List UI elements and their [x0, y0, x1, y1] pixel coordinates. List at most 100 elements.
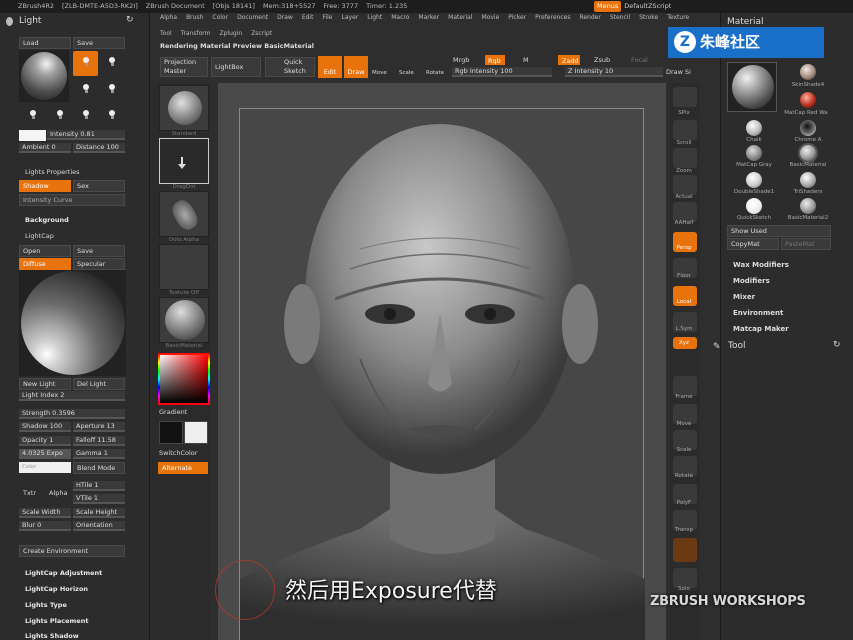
light-bulb-icon[interactable] [107, 110, 116, 121]
light-index-slider[interactable]: Light Index 2 [19, 391, 125, 401]
scale-width-slider[interactable]: Scale Width [19, 508, 71, 518]
strength-slider[interactable]: Strength 0.3596 [19, 409, 125, 419]
aahalf-button[interactable] [673, 202, 697, 222]
alpha-label[interactable]: Alpha [49, 489, 67, 497]
light-save-button[interactable]: Save [73, 37, 125, 49]
menu-picker[interactable]: Picker [508, 14, 526, 21]
lights-placement-header[interactable]: Lights Placement [25, 617, 88, 625]
zadd-toggle[interactable]: Zadd [558, 55, 580, 65]
menu-texture[interactable]: Texture [667, 14, 689, 21]
menu-tool[interactable]: Tool [160, 30, 172, 37]
menu-light[interactable]: Light [367, 14, 382, 21]
light-preview-sphere[interactable] [21, 52, 67, 100]
menu-draw[interactable]: Draw [277, 14, 293, 21]
light-bulb-icon[interactable] [81, 84, 90, 95]
draw-size-slider[interactable]: Draw Si [666, 68, 691, 76]
environment-header[interactable]: Environment [733, 309, 783, 317]
light-bulb-icon[interactable] [55, 110, 64, 121]
lightcap-save-button[interactable]: Save [73, 245, 125, 257]
menu-document[interactable]: Document [237, 14, 268, 21]
z-intensity-slider[interactable]: Z Intensity 10 [565, 67, 663, 77]
menu-render[interactable]: Render [579, 14, 600, 21]
aperture-slider[interactable]: Aperture 13 [73, 422, 125, 432]
lights-shadow-header[interactable]: Lights Shadow [25, 632, 79, 640]
shadow-tab[interactable]: Shadow [19, 180, 71, 192]
ambient-slider[interactable]: Ambient 0 [19, 143, 71, 153]
mrgb-toggle[interactable]: Mrgb [453, 56, 469, 64]
menu-alpha[interactable]: Alpha [160, 14, 177, 21]
material-matcap-red-wax[interactable] [800, 92, 816, 108]
lightcap-horizon-header[interactable]: LightCap Horizon [25, 585, 88, 593]
scale-button[interactable]: Scale [399, 70, 414, 76]
default-script-button[interactable]: DefaultZScript [624, 1, 671, 12]
falloff-slider[interactable]: Falloff 11.58 [73, 436, 125, 446]
actual-button[interactable] [673, 175, 697, 195]
exposure-slider[interactable]: 4.0325 Expo [19, 449, 71, 459]
pastemat-button[interactable]: PasteMat [781, 238, 831, 250]
light-bulb-icon[interactable] [28, 110, 37, 121]
specular-tab[interactable]: Specular [73, 258, 125, 270]
new-light-button[interactable]: New Light [19, 378, 71, 390]
intensity-curve-button[interactable]: Intensity Curve [19, 194, 125, 206]
canvas-document-frame[interactable] [239, 108, 645, 640]
menu-preferences[interactable]: Preferences [535, 14, 570, 21]
txtr-label[interactable]: Txtr [23, 489, 36, 497]
texture-thumb[interactable] [159, 244, 209, 290]
create-environment-button[interactable]: Create Environment [19, 545, 125, 557]
mixer-header[interactable]: Mixer [733, 293, 755, 301]
main-color-swatch[interactable] [184, 421, 208, 444]
material-basicmaterial2[interactable] [800, 198, 816, 214]
switch-color-button[interactable]: SwitchColor [159, 449, 197, 457]
del-light-button[interactable]: Del Light [73, 378, 125, 390]
menu-zplugin[interactable]: Zplugin [220, 30, 243, 37]
light-bulb-icon[interactable] [81, 110, 90, 121]
zsub-toggle[interactable]: Zsub [594, 56, 610, 64]
frame-button[interactable] [673, 376, 697, 396]
background-header[interactable]: Background [25, 216, 69, 224]
standard-brush-thumb[interactable] [159, 85, 209, 131]
menu-movie[interactable]: Movie [482, 14, 500, 21]
projection-master-button[interactable]: Projection Master [160, 57, 208, 77]
htile-slider[interactable]: HTile 1 [73, 481, 125, 491]
alternate-button[interactable]: Alternate [158, 462, 208, 474]
light-color-swatch[interactable] [19, 130, 46, 141]
rgb-toggle[interactable]: Rgb [485, 55, 505, 65]
menu-material[interactable]: Material [448, 14, 472, 21]
lightcap-adjustment-header[interactable]: LightCap Adjustment [25, 569, 102, 577]
refresh-icon[interactable]: ↻ [833, 340, 841, 350]
material-chalk[interactable] [746, 120, 762, 136]
material-basicmaterial[interactable] [800, 145, 816, 161]
light-load-button[interactable]: Load [19, 37, 71, 49]
secondary-color-swatch[interactable] [159, 421, 183, 444]
wax-modifiers-header[interactable]: Wax Modifiers [733, 261, 789, 269]
matcap-maker-header[interactable]: Matcap Maker [733, 325, 789, 333]
solo-button[interactable] [673, 568, 697, 588]
rotate-button[interactable]: Rotate [426, 70, 444, 76]
menu-edit[interactable]: Edit [302, 14, 314, 21]
material-doubleshade1[interactable] [746, 172, 762, 188]
refresh-icon[interactable]: ↻ [126, 15, 134, 25]
light-bulb-icon[interactable] [107, 84, 116, 95]
lightcap-sphere[interactable] [21, 271, 125, 375]
lightbox-button[interactable]: LightBox [211, 57, 261, 77]
lights-type-header[interactable]: Lights Type [25, 601, 67, 609]
blend-mode-button[interactable]: Blend Mode [73, 462, 125, 474]
scroll-button[interactable] [673, 120, 697, 140]
rgb-intensity-slider[interactable]: Rgb Intensity 100 [452, 67, 552, 77]
ghost-button[interactable] [673, 538, 697, 562]
scale-height-slider[interactable]: Scale Height [73, 508, 125, 518]
material-skinshade4[interactable] [800, 64, 816, 80]
tool-panel-title[interactable]: Tool [728, 341, 745, 351]
distance-slider[interactable]: Distance 100 [73, 143, 125, 153]
shadow-slider[interactable]: Shadow 100 [19, 422, 71, 432]
material-thumb[interactable] [159, 297, 209, 343]
menu-stroke[interactable]: Stroke [639, 14, 658, 21]
intensity-slider[interactable]: Intensity 0.81 [47, 130, 125, 140]
menu-macro[interactable]: Macro [391, 14, 409, 21]
edit-button[interactable]: Edit [318, 56, 342, 78]
spix-button[interactable] [673, 87, 697, 107]
menu-file[interactable]: File [322, 14, 332, 21]
menu-transform[interactable]: Transform [181, 30, 211, 37]
menu-color[interactable]: Color [212, 14, 228, 21]
vtile-slider[interactable]: VTile 1 [73, 494, 125, 504]
